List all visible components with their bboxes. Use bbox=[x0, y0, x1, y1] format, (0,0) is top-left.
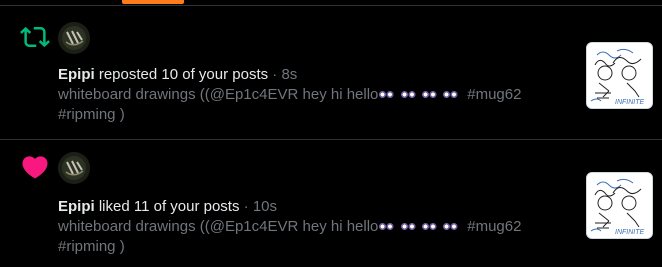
timestamp[interactable]: 10s bbox=[253, 198, 277, 215]
eyes-emoji-icon bbox=[379, 220, 395, 233]
snippet-tags[interactable]: #mug62 bbox=[467, 218, 521, 235]
action-text: liked 11 of your posts bbox=[94, 198, 240, 215]
eyes-emoji-icon bbox=[421, 220, 437, 233]
eyes-emoji-icon bbox=[400, 88, 416, 101]
post-thumbnail[interactable]: INFINITE bbox=[586, 42, 653, 109]
repost-icon bbox=[20, 26, 50, 48]
action-text: reposted 10 of your posts bbox=[94, 66, 269, 83]
post-thumbnail[interactable]: INFINITE bbox=[586, 172, 653, 239]
svg-text:INFINITE: INFINITE bbox=[615, 229, 644, 236]
eyes-emoji-icon bbox=[400, 220, 416, 233]
separator: · bbox=[239, 198, 253, 215]
avatar[interactable] bbox=[58, 152, 90, 184]
post-snippet[interactable]: whiteboard drawings ((@Ep1c4EVR hey hi h… bbox=[58, 217, 558, 257]
eyes-emoji-icon bbox=[421, 88, 437, 101]
notification-like[interactable]: Epipi liked 11 of your posts · 10s white… bbox=[0, 140, 662, 267]
separator: · bbox=[268, 66, 282, 83]
avatar[interactable] bbox=[58, 22, 90, 54]
eyes-emoji-icon bbox=[442, 88, 458, 101]
heart-icon bbox=[22, 156, 48, 179]
post-snippet[interactable]: whiteboard drawings ((@Ep1c4EVR hey hi h… bbox=[58, 85, 558, 125]
notification-headline: Epipi reposted 10 of your posts · 8s bbox=[58, 65, 297, 85]
notification-repost[interactable]: Epipi reposted 10 of your posts · 8s whi… bbox=[0, 6, 662, 139]
eyes-emoji-icon bbox=[379, 88, 395, 101]
snippet-tags[interactable]: #mug62 bbox=[467, 86, 521, 103]
timestamp[interactable]: 8s bbox=[281, 66, 297, 83]
notification-headline: Epipi liked 11 of your posts · 10s bbox=[58, 197, 277, 217]
snippet-tail: #ripming ) bbox=[58, 106, 125, 123]
active-tab-indicator bbox=[122, 0, 184, 4]
snippet-tail: #ripming ) bbox=[58, 238, 125, 255]
user-name[interactable]: Epipi bbox=[58, 198, 95, 215]
svg-text:INFINITE: INFINITE bbox=[615, 99, 644, 106]
eyes-emoji-icon bbox=[442, 220, 458, 233]
user-name[interactable]: Epipi bbox=[58, 66, 95, 83]
snippet-text: whiteboard drawings ((@Ep1c4EVR hey hi h… bbox=[58, 218, 379, 235]
snippet-text: whiteboard drawings ((@Ep1c4EVR hey hi h… bbox=[58, 86, 379, 103]
notifications-page: Epipi reposted 10 of your posts · 8s whi… bbox=[0, 0, 662, 267]
